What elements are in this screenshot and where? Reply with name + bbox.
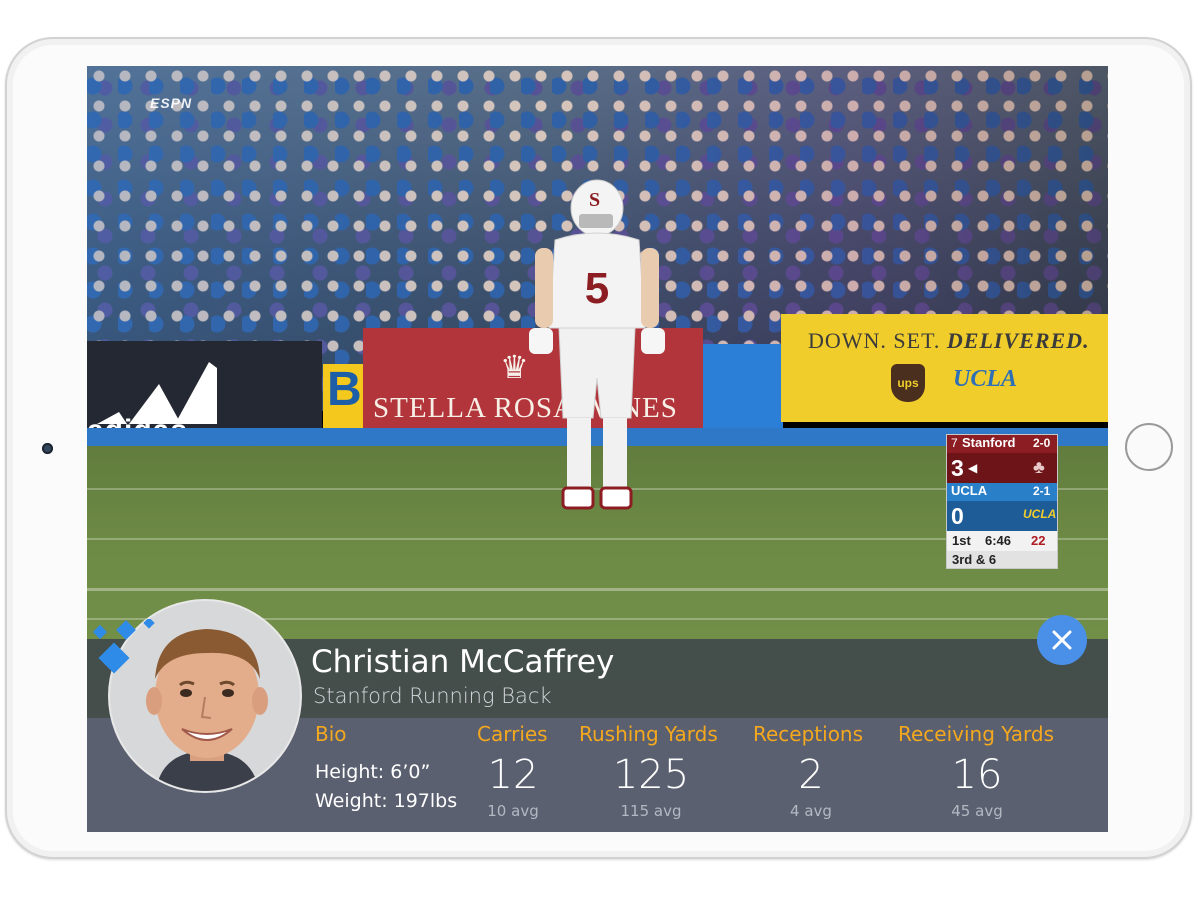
stat-carries-label: Carries bbox=[477, 722, 548, 746]
down-distance: 3rd & 6 bbox=[952, 552, 997, 567]
close-icon bbox=[1052, 630, 1072, 650]
scorebug-home-row: UCLA 2-1 bbox=[947, 483, 1057, 501]
play-clock: 22 bbox=[1031, 533, 1046, 548]
away-team-name: Stanford bbox=[962, 435, 1016, 450]
stat-receiving-yards-value: 16 bbox=[951, 752, 1003, 798]
svg-text:S: S bbox=[589, 189, 600, 211]
bio-height: Height: 6’0” bbox=[315, 761, 431, 783]
home-team-name: UCLA bbox=[951, 483, 988, 498]
scorebug: 7 Stanford 2-0 3 ◀ ♣ UCLA 2-1 0 UCLA 1st… bbox=[946, 434, 1058, 569]
espn-logo: ESPN bbox=[150, 95, 193, 111]
bio-weight: Weight: 197lbs bbox=[315, 790, 458, 812]
away-record: 2-0 bbox=[1033, 436, 1051, 450]
scorebug-home-score-row: 0 UCLA bbox=[947, 501, 1057, 531]
scorebug-down-row: 3rd & 6 bbox=[947, 551, 1057, 568]
home-record: 2-1 bbox=[1033, 484, 1051, 498]
blue-board bbox=[703, 344, 783, 434]
stat-receptions-avg: 4 avg bbox=[790, 802, 832, 820]
scorebug-clock-row: 1st 6:46 22 bbox=[947, 531, 1057, 551]
crown-icon: ♛ bbox=[500, 348, 529, 386]
stat-receptions-label: Receptions bbox=[753, 722, 864, 746]
stat-rushing-yards-avg: 115 avg bbox=[620, 802, 682, 820]
stat-carries-value: 12 bbox=[487, 752, 539, 798]
stat-carries-avg: 10 avg bbox=[487, 802, 539, 820]
ups-logo-icon: ups bbox=[891, 364, 925, 402]
away-score: 3 bbox=[951, 455, 964, 481]
yellow-board-letter: B bbox=[327, 363, 362, 416]
close-button[interactable] bbox=[1037, 615, 1087, 665]
ucla-board-logo: UCLA bbox=[953, 366, 1018, 392]
stat-receptions-value: 2 bbox=[798, 752, 824, 798]
scorebug-away-score-row: 3 ◀ ♣ bbox=[947, 453, 1057, 483]
game-clock: 6:46 bbox=[985, 533, 1012, 548]
jersey-number: 5 bbox=[585, 264, 609, 313]
slogan-light: DOWN. SET. bbox=[808, 328, 941, 353]
bio-label: Bio bbox=[315, 722, 347, 746]
video-screen[interactable]: adidas B ♛ STELLA ROSA WINES DOWN. SET. … bbox=[87, 66, 1108, 832]
slogan-text: DOWN. SET. DELIVERED. bbox=[808, 328, 1090, 354]
ucla-mini-logo: UCLA bbox=[1023, 507, 1057, 521]
brand-mark-icon bbox=[92, 619, 155, 674]
home-button[interactable] bbox=[1125, 423, 1173, 471]
player-name: Christian McCaffrey bbox=[311, 644, 615, 680]
football-player: S 5 bbox=[529, 179, 665, 510]
slogan-bold: DELIVERED. bbox=[946, 328, 1090, 353]
front-camera bbox=[42, 443, 53, 454]
stat-rushing-yards-value: 125 bbox=[612, 752, 690, 798]
scorebug-away-row: 7 Stanford 2-0 bbox=[947, 435, 1057, 453]
away-rank: 7 bbox=[951, 436, 958, 450]
possession-icon: ◀ bbox=[968, 461, 978, 475]
stat-receiving-yards-label: Receiving Yards bbox=[898, 722, 1054, 746]
home-score: 0 bbox=[951, 503, 964, 529]
stanford-tree-icon: ♣ bbox=[1033, 457, 1045, 477]
player-position: Stanford Running Back bbox=[313, 684, 552, 708]
stat-receiving-yards-avg: 45 avg bbox=[951, 802, 1003, 820]
stat-rushing-yards-label: Rushing Yards bbox=[579, 722, 718, 746]
quarter: 1st bbox=[952, 533, 971, 548]
